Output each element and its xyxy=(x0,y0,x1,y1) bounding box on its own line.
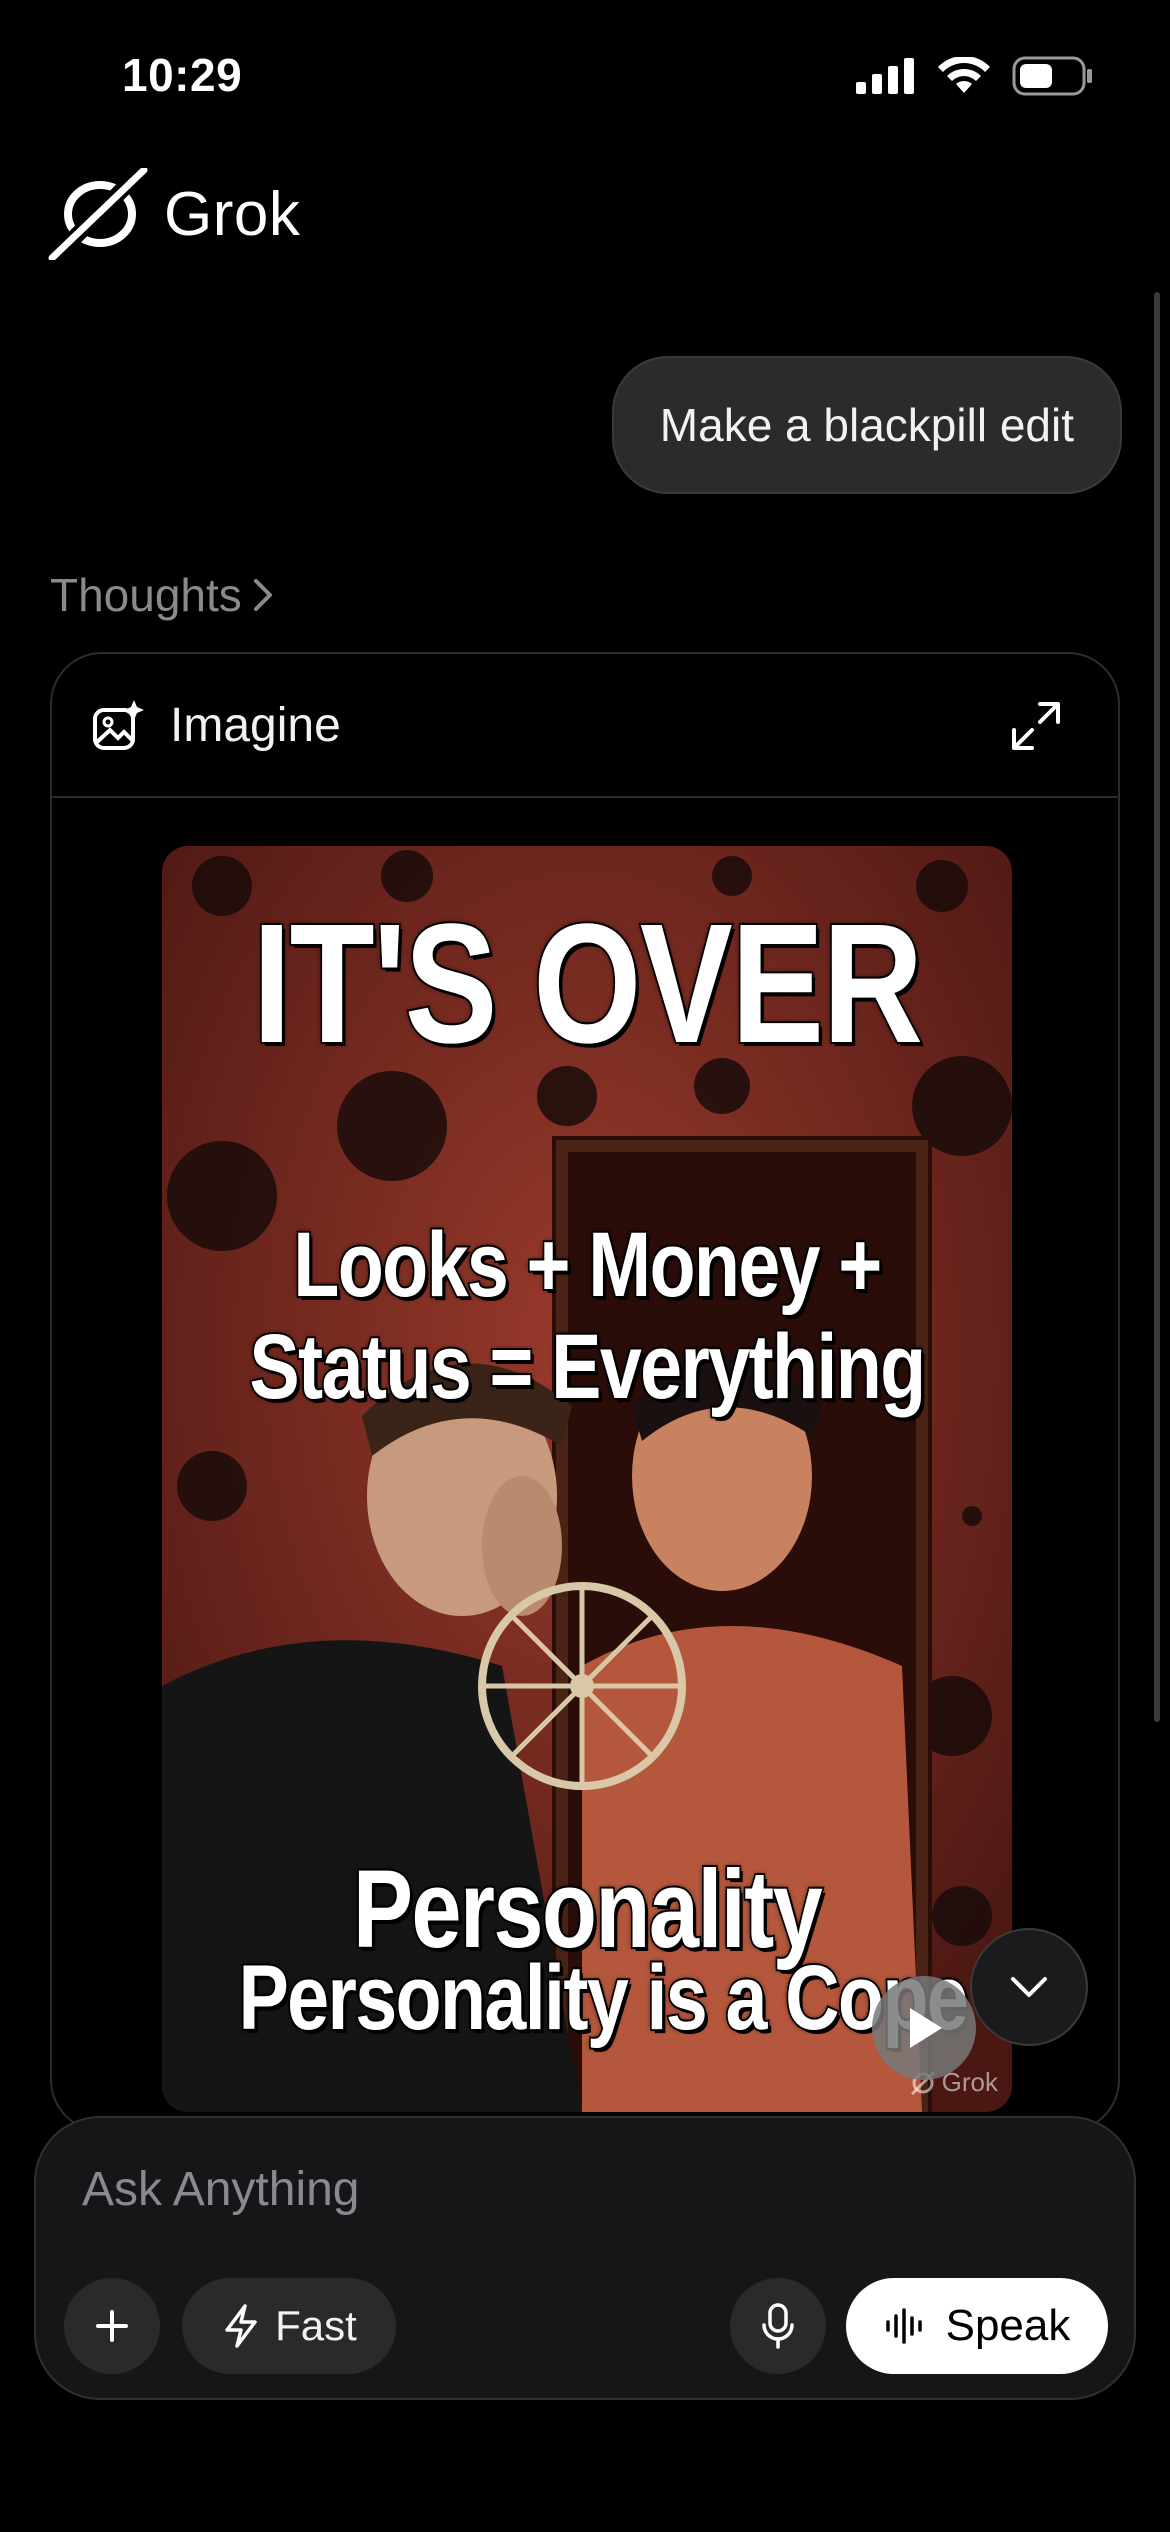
wifi-icon xyxy=(938,57,990,93)
scrollbar[interactable] xyxy=(1154,292,1160,1722)
expand-icon[interactable] xyxy=(1010,700,1062,752)
play-button[interactable] xyxy=(872,1976,976,2080)
speak-button[interactable]: Speak xyxy=(846,2278,1108,2374)
status-time: 10:29 xyxy=(122,49,243,101)
attach-button[interactable] xyxy=(64,2278,160,2374)
microphone-icon xyxy=(762,2303,794,2349)
ask-input[interactable]: Ask Anything xyxy=(82,2162,360,2217)
image-caption-line-3: Status = Everything xyxy=(248,1314,928,1420)
image-caption-top: Looks + Money + Status = Everything xyxy=(239,1212,936,1420)
chevron-right-icon xyxy=(253,579,272,611)
lightning-icon xyxy=(225,2304,257,2348)
speak-label: Speak xyxy=(945,2301,1071,2350)
signal-icon xyxy=(856,58,914,94)
thoughts-toggle[interactable]: Thoughts xyxy=(50,568,276,622)
app-logo: Grok xyxy=(48,168,300,260)
imagine-icon xyxy=(93,700,144,750)
card-header: Imagine xyxy=(52,654,1118,798)
scroll-to-bottom-button[interactable] xyxy=(970,1928,1088,2046)
app-name: Grok xyxy=(164,179,301,249)
waveform-icon xyxy=(885,2308,922,2344)
chevron-down-icon xyxy=(1011,1977,1047,1997)
message-composer: Ask Anything Fast Speak xyxy=(34,2116,1136,2400)
image-caption-line-5: Personality is a Cope xyxy=(237,1945,971,2051)
play-icon xyxy=(910,2008,942,2048)
card-title: Imagine xyxy=(170,699,341,752)
microphone-button[interactable] xyxy=(730,2278,826,2374)
battery-icon xyxy=(1012,56,1092,96)
mode-label: Fast xyxy=(275,2302,357,2349)
user-message-text: Make a blackpill edit xyxy=(659,399,1074,451)
plus-icon xyxy=(96,2310,128,2342)
image-caption-line-2: Looks + Money + xyxy=(292,1212,884,1318)
status-icons xyxy=(856,56,1094,96)
mode-selector-button[interactable]: Fast xyxy=(182,2278,396,2374)
user-message-bubble: Make a blackpill edit xyxy=(611,356,1122,494)
generated-image[interactable]: IT'S OVER Looks + Money + Status = Every… xyxy=(162,846,1012,2112)
thoughts-label: Thoughts xyxy=(50,569,242,621)
grok-logo-icon xyxy=(48,168,148,260)
imagine-card: Imagine IT'S OVER Looks + Money + Status… xyxy=(50,652,1120,2132)
image-headline: IT'S OVER xyxy=(251,887,925,1081)
